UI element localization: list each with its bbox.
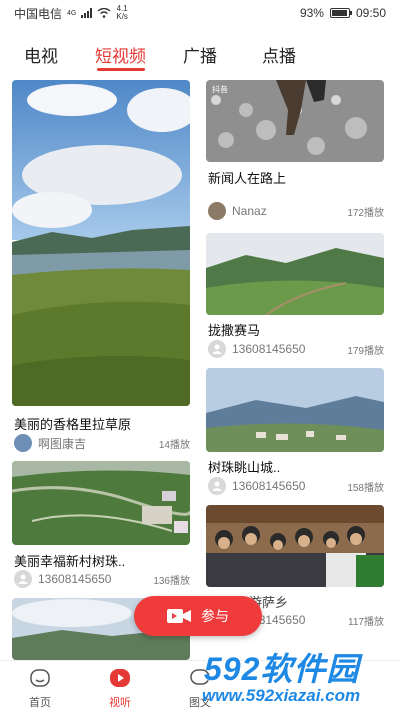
- tab-tv[interactable]: 电视: [24, 42, 58, 67]
- video-thumbnail: [12, 80, 190, 406]
- play-count: 14播放: [158, 439, 190, 451]
- author-avatar: [208, 202, 226, 220]
- video-thumbnail: 抖音: [206, 80, 384, 162]
- video-card[interactable]: 拢撒赛马 13608145650 179播放: [206, 233, 386, 359]
- tab-short-video[interactable]: 短视频: [95, 42, 146, 67]
- tab-radio[interactable]: 广播: [183, 42, 217, 67]
- wifi-icon: [97, 8, 111, 18]
- video-thumbnail: [206, 233, 384, 315]
- user-icon: [208, 340, 226, 358]
- video-meta: Nanaz 172播放: [208, 202, 388, 220]
- network-badge: 4G: [67, 9, 77, 17]
- tab-on-demand[interactable]: 点播: [262, 42, 296, 67]
- play-count: 136播放: [153, 575, 190, 587]
- chat-icon: [190, 669, 210, 685]
- nav-home[interactable]: 首页: [20, 667, 60, 710]
- author-name: Nanaz: [232, 204, 267, 218]
- video-meta: 啊图康吉 14播放: [14, 434, 194, 452]
- participate-label: 参与: [201, 608, 229, 624]
- bottom-nav: 首页 视听 图文: [0, 660, 400, 711]
- battery-icon: [329, 8, 352, 18]
- video-title: 树珠眺山城..: [208, 460, 281, 475]
- video-title: 美丽的香格里拉草原: [14, 417, 132, 432]
- overlay-label: 抖音: [212, 85, 228, 94]
- user-icon: [14, 570, 32, 588]
- video-card[interactable]: 抖音 新闻人在路上 Nanaz 172播放: [206, 80, 386, 226]
- video-card[interactable]: 美丽的香格里拉草原 啊图康吉 14播放: [12, 80, 192, 454]
- video-camera-icon: [167, 609, 191, 623]
- net-speed: 4.1 K/s: [116, 4, 128, 21]
- video-meta: 13608145650 136播放: [14, 570, 194, 588]
- nav-audiovisual[interactable]: 视听: [100, 667, 140, 710]
- author-name: 13608145650: [232, 479, 306, 493]
- home-icon: [30, 669, 50, 687]
- battery-percent: 93%: [299, 6, 324, 20]
- video-meta: 13608145650 158播放: [208, 477, 388, 495]
- video-card[interactable]: 树珠眺山城.. 13608145650 158播放: [206, 368, 386, 496]
- author-name: 啊图康吉: [38, 436, 87, 451]
- user-icon: [208, 477, 226, 495]
- participate-button[interactable]: 参与: [134, 596, 262, 636]
- nav-label: 首页: [29, 697, 51, 709]
- video-title: 新闻人在路上: [208, 171, 287, 186]
- video-thumbnail: [206, 505, 384, 587]
- active-tab-indicator: [97, 68, 145, 71]
- video-card[interactable]: 美丽幸福新村树珠.. 13608145650 136播放: [12, 461, 192, 589]
- play-count: 117播放: [348, 616, 384, 628]
- status-bar: 中国电信 4G 4.1 K/s 93% 09:50: [0, 0, 400, 26]
- nav-label: 图文: [189, 697, 211, 709]
- carrier-label: 中国电信: [14, 6, 63, 21]
- top-tabs: 电视 短视频 广播 点播: [0, 38, 400, 74]
- video-thumbnail: [12, 461, 190, 545]
- play-icon: [110, 669, 130, 687]
- nav-label: 视听: [109, 697, 131, 709]
- video-meta: 13608145650 179播放: [208, 340, 388, 358]
- video-thumbnail: [206, 368, 384, 452]
- video-title: 拢撒赛马: [208, 323, 261, 338]
- nav-articles[interactable]: 图文: [180, 667, 220, 710]
- author-name: 13608145650: [232, 342, 306, 356]
- clock: 09:50: [355, 6, 386, 20]
- signal-icon: [81, 8, 93, 18]
- play-count: 179播放: [347, 345, 384, 357]
- author-name: 13608145650: [38, 572, 112, 586]
- play-count: 158播放: [347, 482, 384, 494]
- play-count: 172播放: [347, 207, 384, 219]
- video-title: 美丽幸福新村树珠..: [14, 554, 126, 569]
- author-avatar: [14, 434, 32, 452]
